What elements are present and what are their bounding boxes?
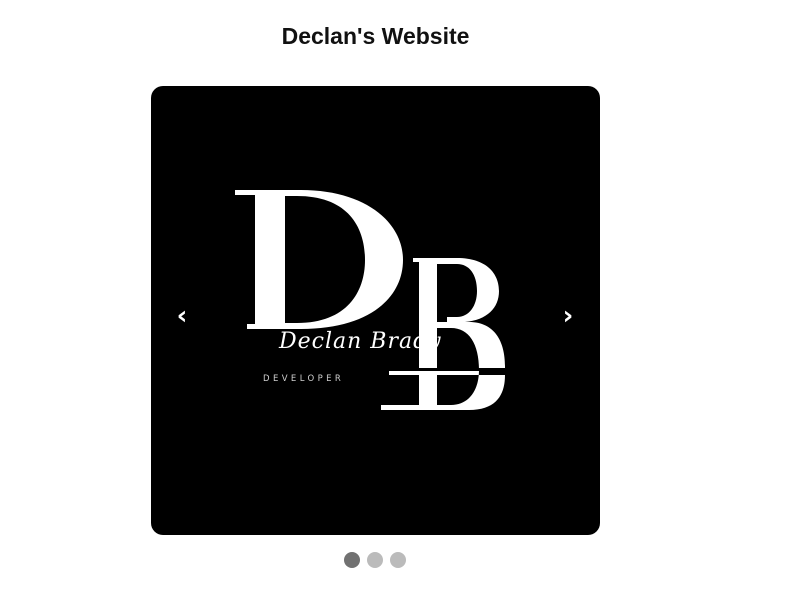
carousel-dot-3[interactable] xyxy=(390,552,406,568)
db-logo-graphic xyxy=(235,190,509,410)
logo-name-script: Declan Brady xyxy=(279,329,442,354)
carousel-next-button[interactable]: › xyxy=(556,301,580,331)
carousel-slide: Declan Brady DEVELOPER xyxy=(151,86,600,535)
logo-role-text: DEVELOPER xyxy=(263,374,345,384)
page-title: Declan's Website xyxy=(281,23,470,49)
page: Declan's Website Declan Brady DEVELOPER … xyxy=(0,0,789,589)
carousel-dot-2[interactable] xyxy=(367,552,383,568)
carousel-dot-1[interactable] xyxy=(344,552,360,568)
carousel-prev-button[interactable]: ‹ xyxy=(170,301,194,331)
image-carousel: Declan Brady DEVELOPER ‹ › xyxy=(151,86,600,535)
carousel-dots xyxy=(344,552,406,568)
